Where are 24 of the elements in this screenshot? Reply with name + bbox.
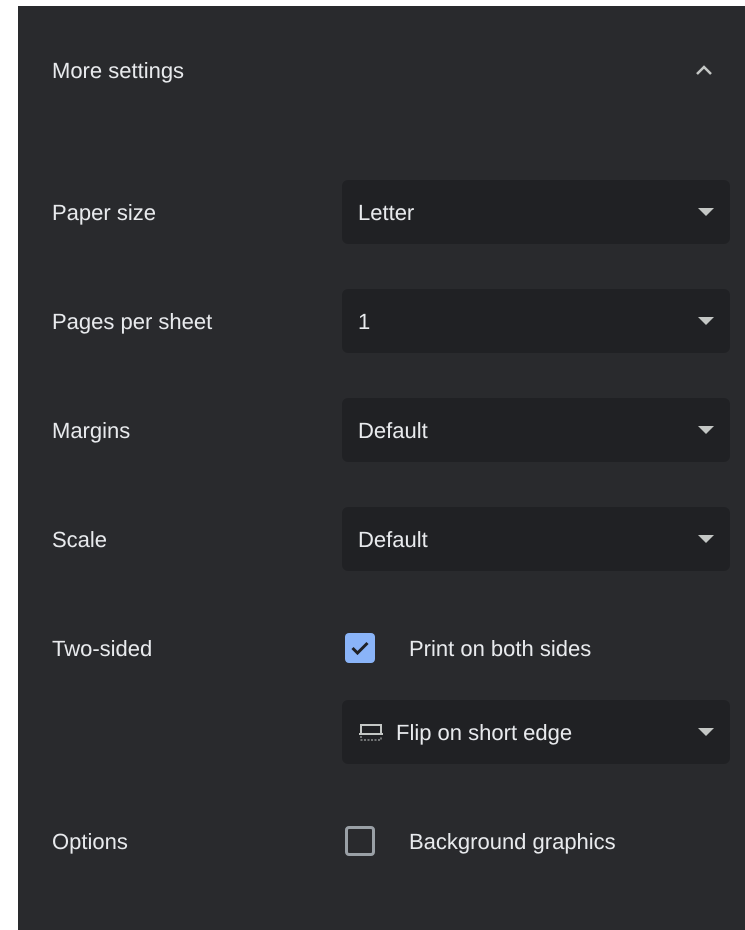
dropdown-caret-icon [698,426,714,434]
chevron-icon[interactable] [695,64,713,76]
setting-label: Two-sided [52,634,152,662]
dropdown-caret-icon [698,535,714,543]
checkbox[interactable] [345,633,375,663]
dropdown-select[interactable]: Default [342,398,730,462]
dropdown-select[interactable]: Letter [342,180,730,244]
dropdown-caret-icon [698,317,714,325]
dropdown-select[interactable]: Flip on short edge [342,700,730,764]
setting-label: Scale [52,526,108,554]
dropdown-select[interactable]: Default [342,507,730,571]
checkbox-label: Print on both sides [409,634,592,662]
setting-label: Pages per sheet [52,308,212,336]
setting-label: Margins [52,416,130,445]
checkmark-icon [351,641,369,655]
dropdown-caret-icon [698,728,714,736]
checkbox[interactable] [345,826,375,856]
checkbox-label: Background graphics [409,828,616,856]
dropdown-caret-icon [698,208,714,216]
section-title: More settings [52,56,184,85]
flip-edge-icon [358,722,384,742]
dropdown-select[interactable]: 1 [342,289,730,353]
setting-label: Options [52,828,128,856]
setting-label: Paper size [52,198,156,227]
